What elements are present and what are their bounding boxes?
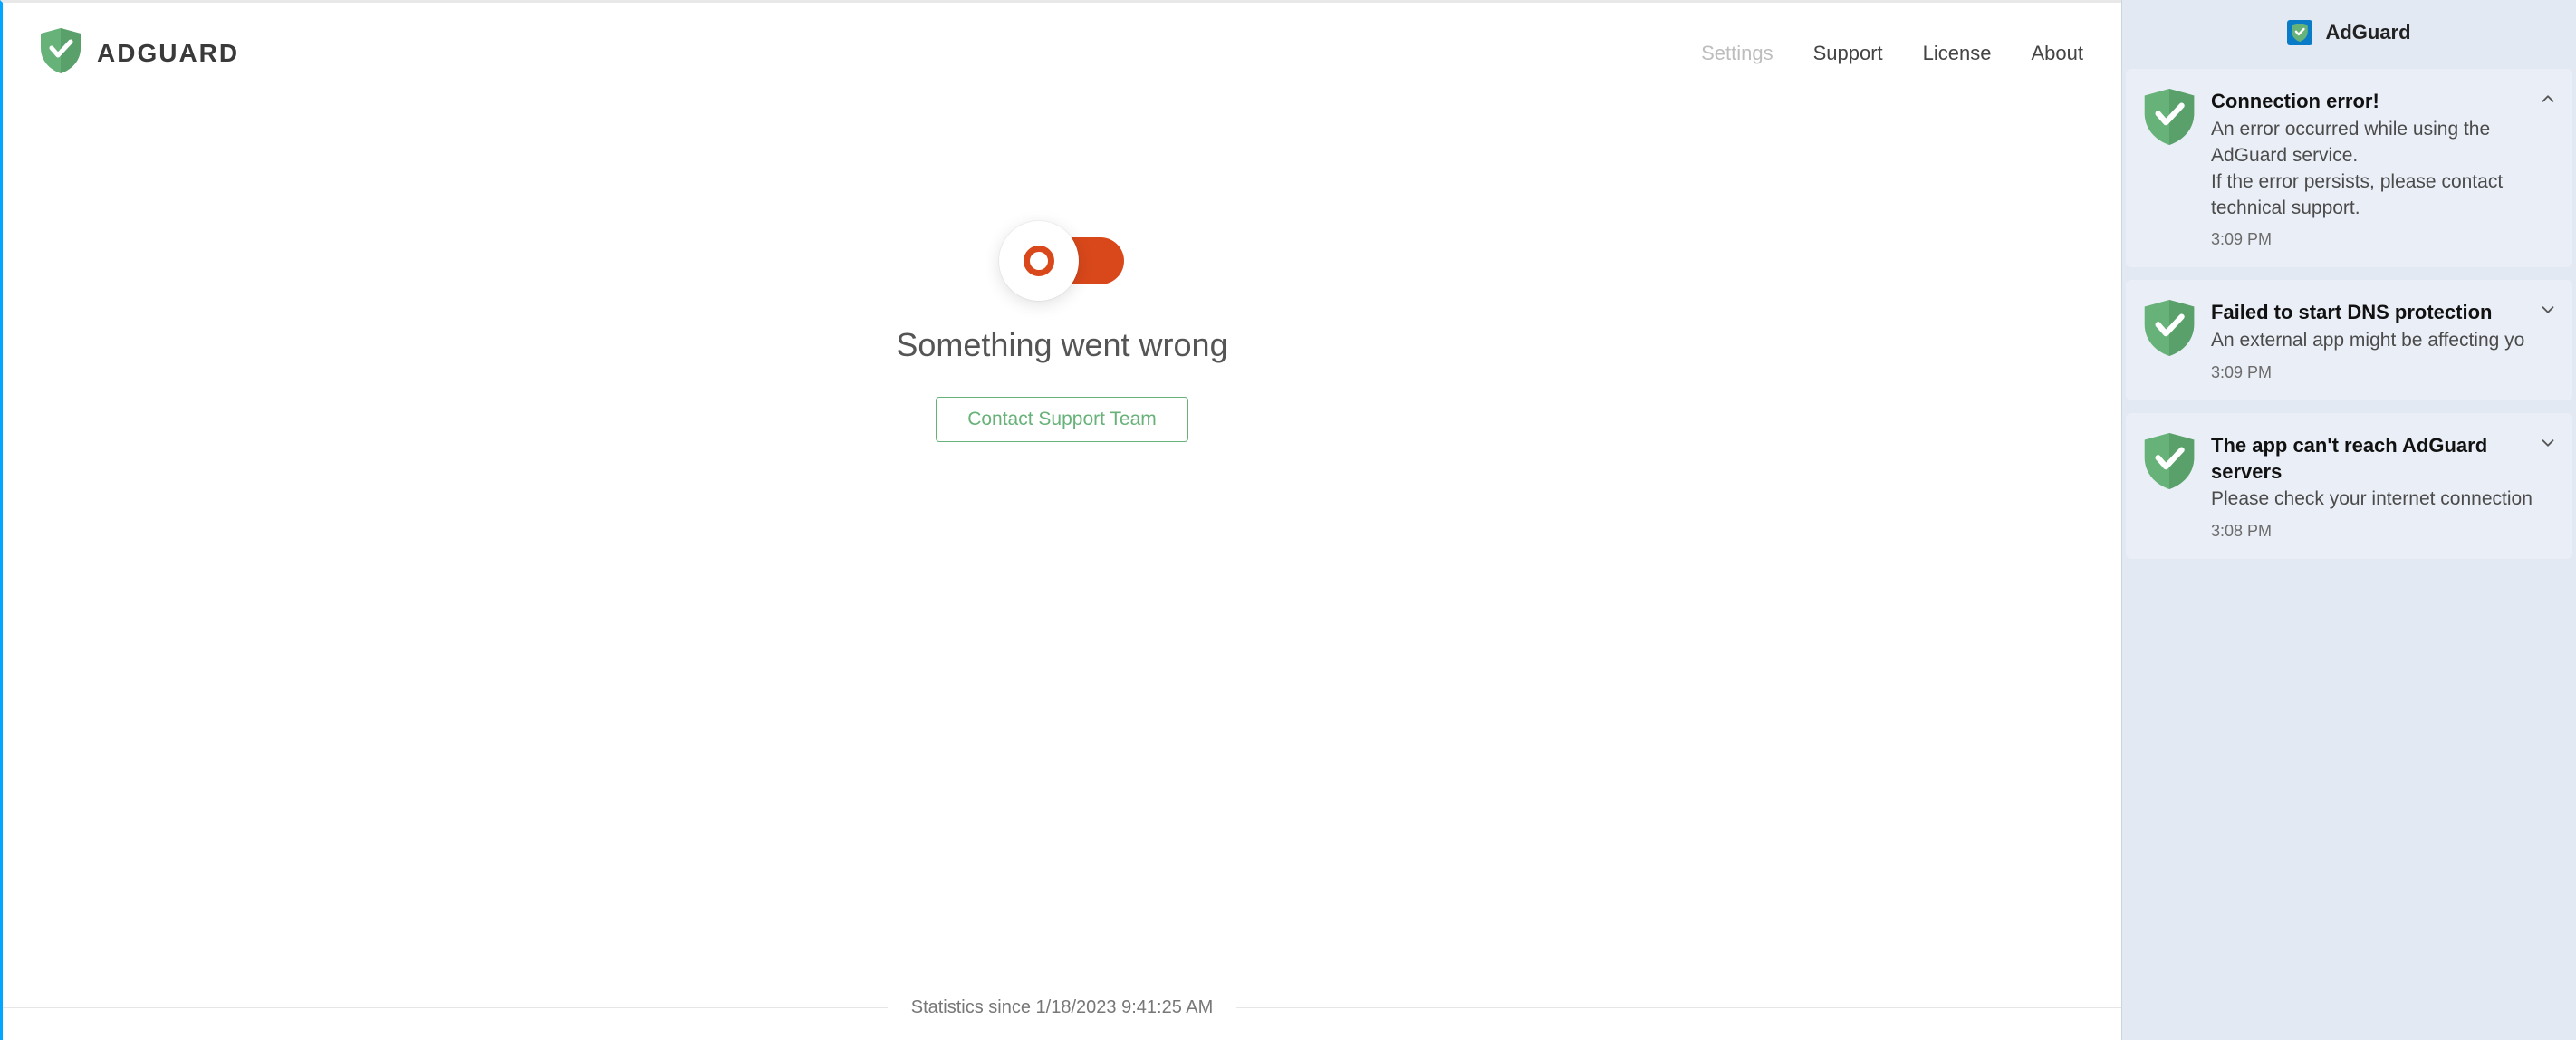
notification-body: The app can't reach AdGuard servers Plea…: [2211, 433, 2554, 541]
protection-toggle[interactable]: [999, 221, 1126, 301]
notification-time: 3:09 PM: [2211, 230, 2554, 249]
notification-message: An external app might be affecting yo: [2211, 328, 2554, 354]
stats-row: Statistics since 1/18/2023 9:41:25 AM: [3, 997, 2121, 1018]
notification-panel: AdGuard Connection error! An error occur…: [2121, 0, 2576, 1040]
divider-left: [3, 1007, 888, 1008]
notification-card[interactable]: Connection error! An error occurred whil…: [2126, 69, 2572, 267]
divider-right: [1236, 1007, 2121, 1008]
shield-check-icon: [2144, 300, 2195, 356]
notification-title: The app can't reach AdGuard servers: [2211, 433, 2554, 485]
shield-check-icon: [2144, 433, 2195, 489]
main-content: Something went wrong Contact Support Tea…: [3, 103, 2121, 1040]
app-tray-icon: [2287, 20, 2312, 45]
stats-since-label: Statistics since 1/18/2023 9:41:25 AM: [888, 997, 1237, 1018]
error-heading: Something went wrong: [896, 326, 1227, 364]
notification-card[interactable]: The app can't reach AdGuard servers Plea…: [2126, 413, 2572, 559]
notification-title: Connection error!: [2211, 89, 2554, 115]
notification-message: An error occurred while using the AdGuar…: [2211, 117, 2554, 222]
chevron-down-icon[interactable]: [2538, 300, 2558, 320]
notification-time: 3:08 PM: [2211, 522, 2554, 541]
notification-body: Connection error! An error occurred whil…: [2211, 89, 2554, 249]
chevron-down-icon[interactable]: [2538, 433, 2558, 453]
notification-list: Connection error! An error occurred whil…: [2122, 69, 2576, 559]
nav-settings[interactable]: Settings: [1701, 42, 1773, 65]
notification-panel-header: AdGuard: [2122, 0, 2576, 69]
notification-body: Failed to start DNS protection An extern…: [2211, 300, 2554, 382]
nav: Settings Support License About: [1701, 42, 2083, 65]
notification-app-name: AdGuard: [2325, 21, 2410, 44]
chevron-up-icon[interactable]: [2538, 89, 2558, 109]
brand: ADGUARD: [41, 28, 239, 78]
contact-support-button[interactable]: Contact Support Team: [936, 397, 1188, 442]
app-header: ADGUARD Settings Support License About: [3, 3, 2121, 103]
toggle-knob: [999, 221, 1079, 301]
notification-time: 3:09 PM: [2211, 363, 2554, 382]
shield-logo-icon: [41, 28, 81, 78]
nav-license[interactable]: License: [1923, 42, 1992, 65]
notification-title: Failed to start DNS protection: [2211, 300, 2554, 326]
notification-message: Please check your internet connection: [2211, 486, 2554, 513]
toggle-ring-icon: [1024, 246, 1054, 276]
notification-card[interactable]: Failed to start DNS protection An extern…: [2126, 280, 2572, 400]
main-window: ADGUARD Settings Support License About S…: [0, 0, 2121, 1040]
brand-name: ADGUARD: [97, 39, 239, 68]
nav-support[interactable]: Support: [1813, 42, 1883, 65]
shield-check-icon: [2144, 89, 2195, 145]
nav-about[interactable]: About: [2032, 42, 2084, 65]
